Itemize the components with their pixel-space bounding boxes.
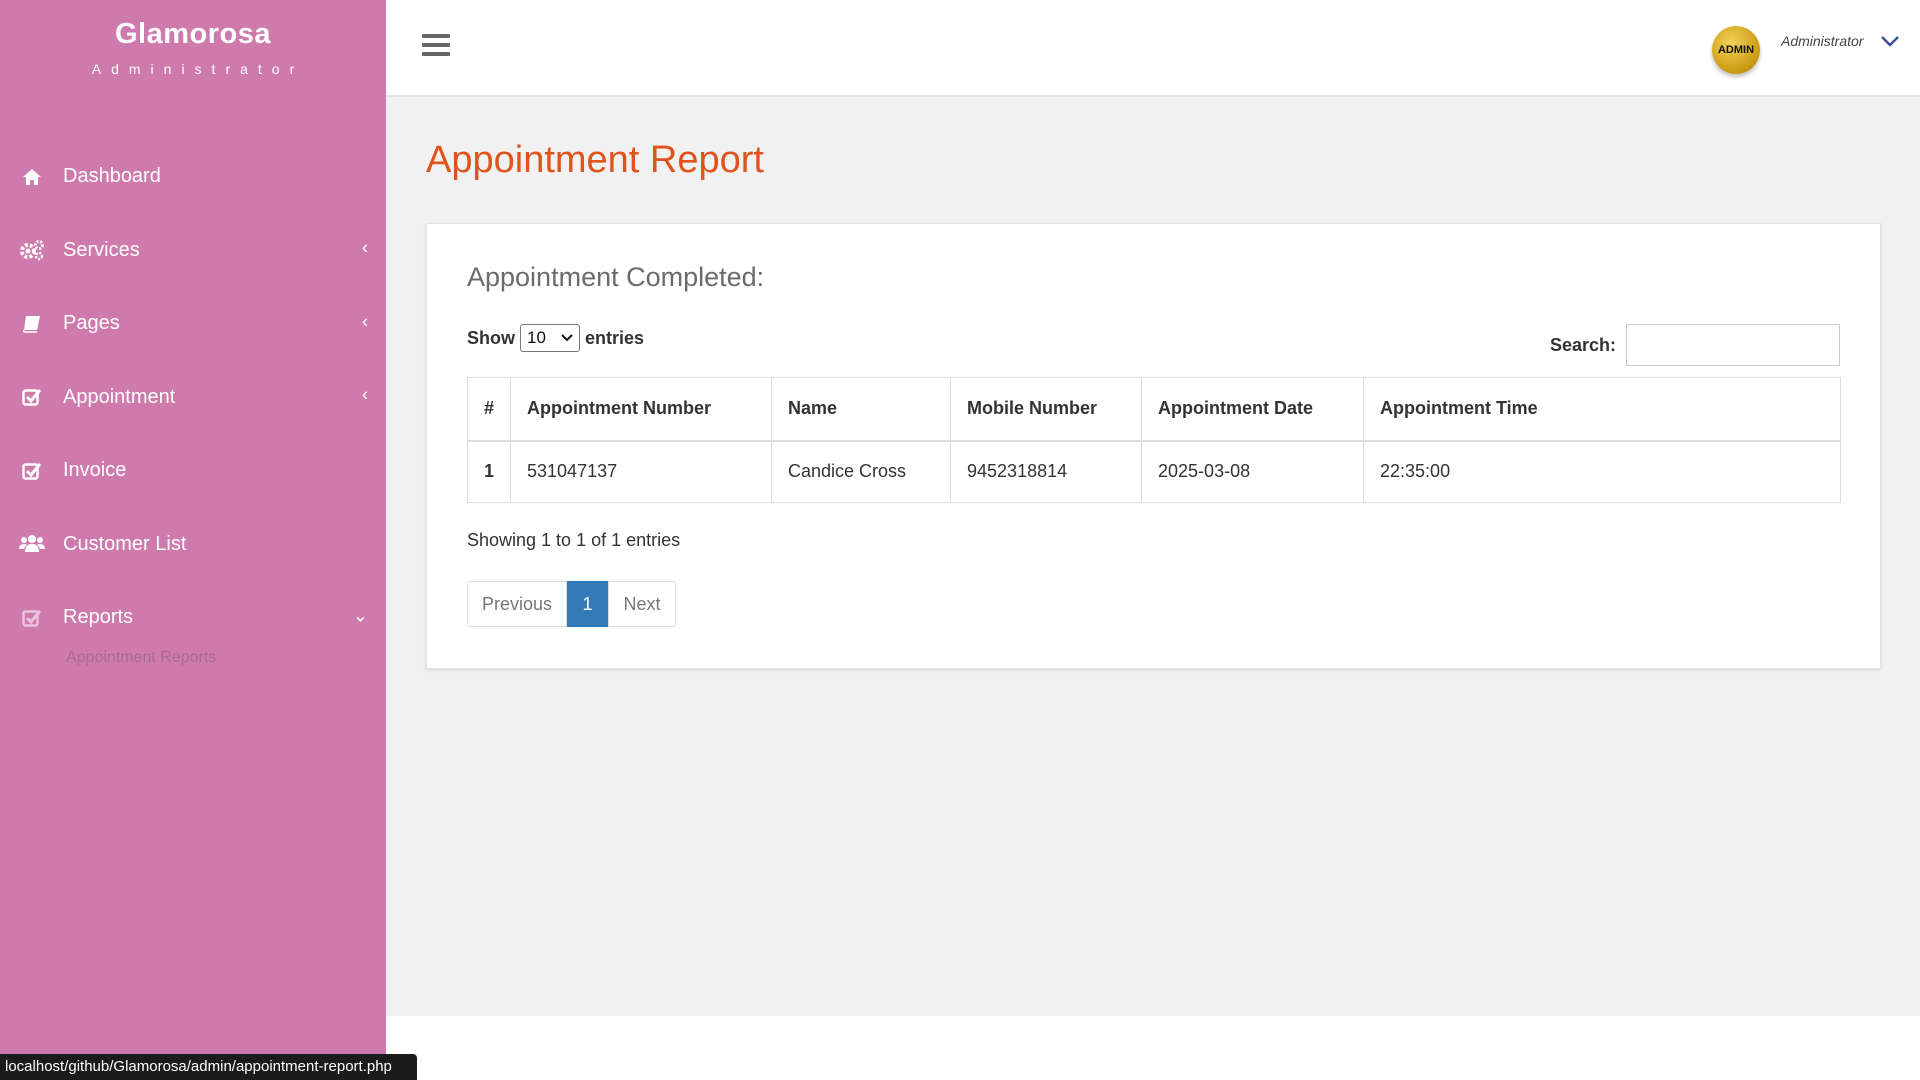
chevron-down-icon[interactable] [1880, 34, 1900, 48]
brand: Glamorosa Administrator [0, 0, 386, 120]
sidebar-item-services[interactable]: Services ‹ [0, 214, 386, 288]
menu-toggle-icon[interactable] [422, 34, 450, 58]
sidebar-item-dashboard[interactable]: Dashboard [0, 140, 386, 214]
chevron-down-icon: ⌄ [352, 605, 368, 626]
home-icon [18, 165, 46, 189]
appointments-table: # Appointment Number Name Mobile Number … [466, 377, 1841, 503]
book-icon [18, 312, 46, 336]
table-cell: 9452318814 [950, 440, 1143, 503]
sidebar-item-reports[interactable]: Reports ⌄ [0, 581, 386, 655]
table-cell: 2025-03-08 [1141, 440, 1365, 503]
users-icon [18, 532, 46, 556]
column-header[interactable]: # [466, 377, 512, 442]
entries-length-control: Show 10 entries [467, 324, 644, 352]
page-title: Appointment Report [426, 139, 764, 181]
table-cell: Candice Cross [771, 440, 952, 503]
table-info: Showing 1 to 1 of 1 entries [467, 530, 681, 550]
table-cell: 531047137 [510, 440, 773, 503]
table-cell: 22:35:00 [1363, 440, 1841, 503]
column-header[interactable]: Name [771, 377, 952, 442]
card-heading: Appointment Completed: [467, 262, 765, 292]
sidebar-item-label: Services [63, 238, 140, 261]
sidebar-item-label: Customer List [63, 532, 187, 555]
chevron-left-icon: ‹ [362, 384, 368, 405]
user-name[interactable]: Administrator [1781, 33, 1863, 49]
previous-button[interactable]: Previous [467, 581, 567, 627]
brand-name[interactable]: Glamorosa [0, 18, 386, 51]
check-square-icon [18, 459, 46, 483]
entries-select-value: 10 [527, 328, 546, 347]
main-content: Appointment Report Appointment Completed… [386, 97, 1920, 1016]
brand-subtitle: Administrator [91, 61, 305, 77]
entries-select[interactable]: 10 [520, 324, 580, 352]
sidebar-item-invoice[interactable]: Invoice [0, 434, 386, 508]
sidebar-item-customer-list[interactable]: Customer List [0, 508, 386, 582]
chevron-left-icon: ‹ [362, 237, 368, 258]
search-input[interactable] [1626, 324, 1840, 366]
chevron-left-icon: ‹ [362, 311, 368, 332]
sidebar-item-label: Pages [63, 312, 120, 335]
table-cell: 1 [466, 440, 512, 503]
chevron-down-icon [561, 334, 573, 342]
column-header[interactable]: Mobile Number [950, 377, 1143, 442]
status-bar-url: localhost/github/Glamorosa/admin/appoint… [0, 1054, 417, 1080]
avatar[interactable]: ADMIN [1712, 26, 1760, 74]
length-prefix: Show [467, 327, 515, 348]
check-square-icon [18, 606, 46, 630]
pagination: Previous 1 Next [467, 581, 676, 627]
top-bar: ADMIN Administrator [386, 0, 1920, 97]
sidebar: Glamorosa Administrator Dashboard Servic… [0, 0, 386, 1080]
table-row: 1 531047137 Candice Cross 9452318814 202… [466, 440, 1841, 503]
table-header-row: # Appointment Number Name Mobile Number … [466, 377, 1841, 442]
sidebar-nav: Dashboard Services ‹ Pages ‹ Appointment… [0, 140, 386, 673]
sidebar-item-label: Dashboard [63, 165, 161, 188]
column-header[interactable]: Appointment Date [1141, 377, 1365, 442]
column-header[interactable]: Appointment Number [510, 377, 773, 442]
sidebar-item-label: Invoice [63, 459, 127, 482]
search-control: Search: [1550, 324, 1840, 366]
sidebar-item-label: Appointment [63, 385, 176, 408]
sidebar-item-label: Reports [63, 606, 134, 629]
length-suffix: entries [585, 327, 645, 348]
search-label: Search: [1549, 334, 1616, 355]
page-1-button[interactable]: 1 [567, 581, 608, 627]
gears-icon [18, 238, 46, 262]
check-square-icon [18, 385, 46, 409]
column-header[interactable]: Appointment Time [1363, 377, 1841, 442]
sidebar-item-appointment[interactable]: Appointment ‹ [0, 361, 386, 435]
sidebar-item-pages[interactable]: Pages ‹ [0, 287, 386, 361]
report-card: Appointment Completed: Show 10 entries S… [426, 223, 1881, 669]
next-button[interactable]: Next [608, 581, 676, 627]
